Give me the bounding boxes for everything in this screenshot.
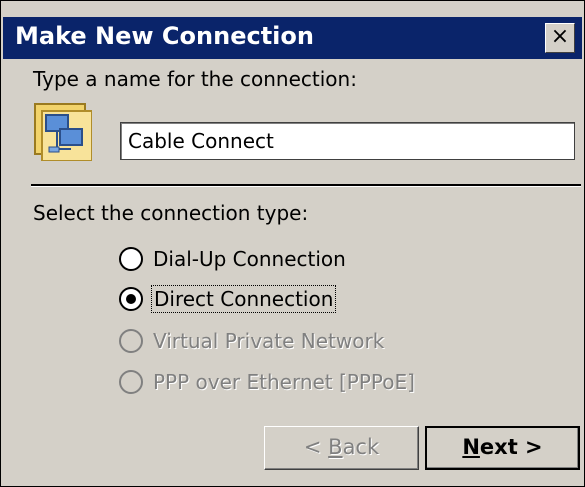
- separator-line: [31, 184, 581, 187]
- dialog-title: Make New Connection: [15, 22, 314, 50]
- radio-label-vpn: Virtual Private Network: [153, 329, 385, 353]
- next-button[interactable]: Next >: [425, 426, 580, 470]
- radio-button-selected-icon: [119, 287, 143, 311]
- radio-label-pppoe: PPP over Ethernet [PPPoE]: [153, 370, 415, 394]
- radio-vpn: Virtual Private Network: [119, 324, 386, 358]
- radio-button-icon: [119, 247, 143, 271]
- close-icon: ×: [550, 24, 570, 49]
- back-prefix: <: [303, 435, 329, 459]
- connection-name-label: Type a name for the connection:: [33, 67, 357, 91]
- connection-type-label: Select the connection type:: [33, 201, 309, 225]
- back-button: < Back: [264, 426, 419, 470]
- radio-dial-up[interactable]: Dial-Up Connection: [119, 242, 348, 276]
- radio-label-direct: Direct Connection: [151, 285, 337, 313]
- radio-direct[interactable]: Direct Connection: [119, 282, 337, 316]
- network-connection-icon: [34, 103, 92, 161]
- radio-button-disabled-icon: [119, 329, 143, 353]
- close-button[interactable]: ×: [545, 23, 575, 53]
- back-mnemonic: B: [328, 435, 343, 459]
- radio-button-disabled-icon: [119, 370, 143, 394]
- radio-label-dial-up: Dial-Up Connection: [153, 247, 346, 271]
- next-rest: ext >: [479, 435, 543, 459]
- next-mnemonic: N: [462, 435, 480, 459]
- make-new-connection-dialog: Make New Connection × Type a name for th…: [0, 0, 585, 487]
- title-bar: Make New Connection ×: [3, 17, 582, 59]
- back-rest: ack: [342, 435, 380, 459]
- radio-pppoe: PPP over Ethernet [PPPoE]: [119, 365, 417, 399]
- connection-name-input[interactable]: Cable Connect: [120, 122, 575, 160]
